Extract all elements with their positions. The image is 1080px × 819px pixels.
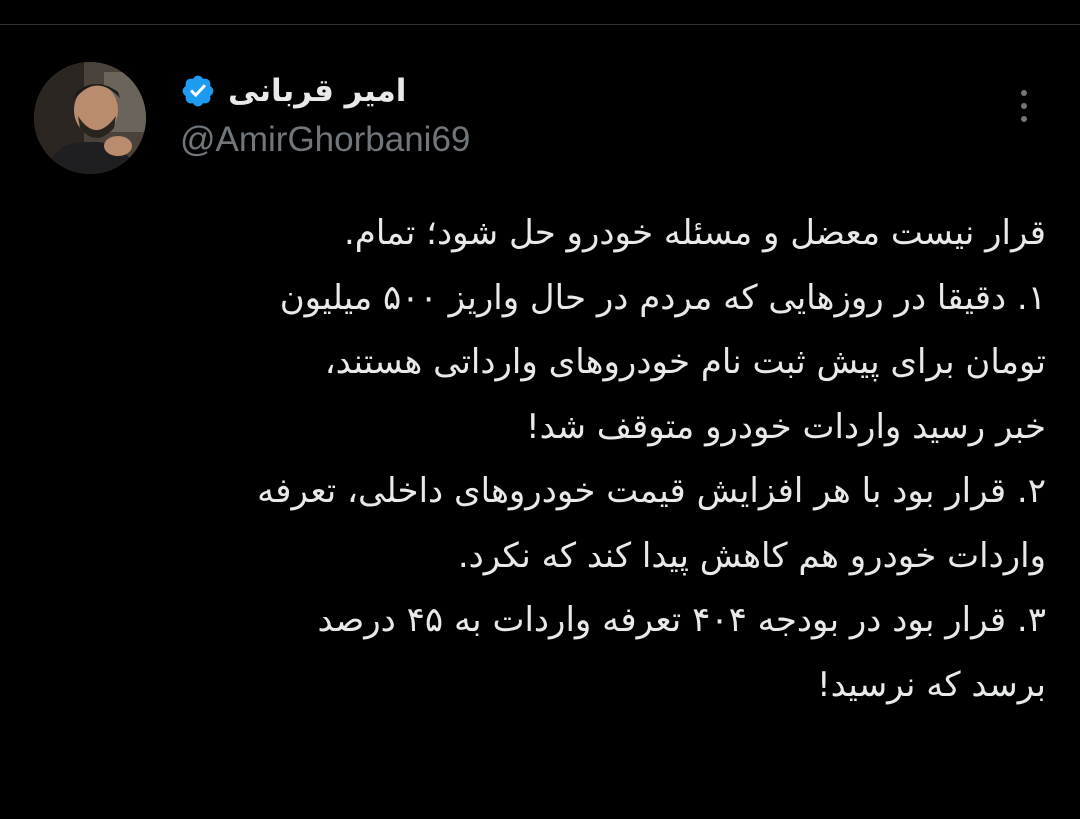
- tweet-line: واردات خودرو هم کاهش پیدا کند که نکرد.: [457, 535, 1046, 576]
- tweet-line: ۳. قرار بود در بودجه ۴۰۴ تعرفه واردات به…: [317, 600, 1046, 640]
- more-vertical-icon: [1021, 90, 1027, 96]
- tweet-line: خبر رسید واردات خودرو متوقف شد!: [526, 406, 1046, 447]
- tweet-line: قرار نیست معضل و مسئله خودرو حل شود؛ تما…: [344, 213, 1046, 253]
- tweet-line: ۲. قرار بود با هر افزایش قیمت خودروهای د…: [257, 471, 1046, 511]
- author-handle[interactable]: @AmirGhorbani69: [180, 120, 780, 160]
- name-row: امیر قربانی: [180, 66, 780, 116]
- tweet-line: برسد که نرسید!: [816, 664, 1046, 705]
- avatar-photo: [34, 62, 146, 174]
- verified-badge-icon: [182, 75, 214, 107]
- tweet-text: قرار نیست معضل و مسئله خودرو حل شود؛ تما…: [40, 201, 1046, 717]
- more-vertical-icon-dot: [1021, 116, 1027, 122]
- tweet-line: ۱. دقیقا در روزهایی که مردم در حال واریز…: [279, 277, 1046, 318]
- author-info: امیر قربانی @AmirGhorbani69: [180, 66, 780, 160]
- tweet-line: تومان برای پیش ثبت نام خودروهای وارداتی …: [324, 342, 1046, 382]
- tweet-card: امیر قربانی @AmirGhorbani69 قرار نیست مع…: [0, 0, 1080, 819]
- more-vertical-icon-dot: [1021, 103, 1027, 109]
- more-options-button[interactable]: [1006, 84, 1042, 128]
- author-display-name[interactable]: امیر قربانی: [228, 73, 406, 109]
- avatar[interactable]: [34, 62, 146, 174]
